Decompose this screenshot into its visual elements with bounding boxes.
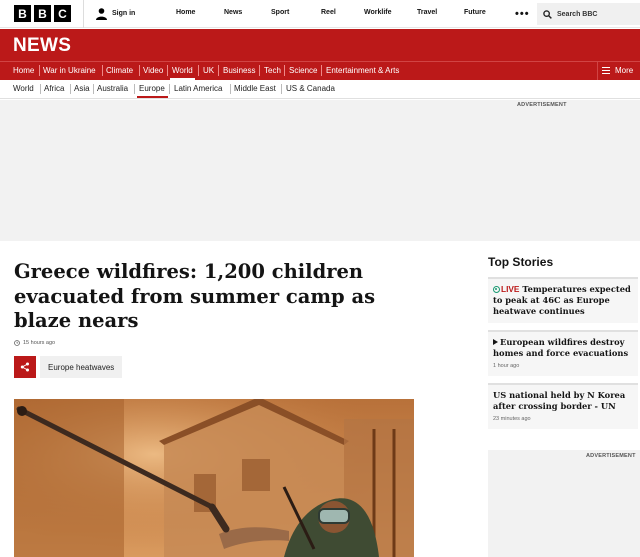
- divider: [281, 84, 282, 94]
- news-nav-entertainment-arts[interactable]: Entertainment & Arts: [326, 66, 399, 75]
- news-nav-world[interactable]: World: [172, 66, 193, 75]
- story-timestamp: 23 minutes ago: [493, 416, 531, 422]
- story-timestamp: 1 hour ago: [493, 363, 520, 369]
- logo-letter: C: [54, 5, 71, 22]
- news-header: NEWS: [0, 29, 640, 61]
- divider: [102, 65, 103, 76]
- news-nav-science[interactable]: Science: [289, 66, 317, 75]
- sub-nav-asia[interactable]: Asia: [74, 84, 90, 93]
- advertisement-sidebar[interactable]: ADVERTISEMENT: [488, 450, 640, 557]
- divider: [167, 65, 168, 76]
- divider: [218, 65, 219, 76]
- sub-nav-europe[interactable]: Europe: [139, 84, 165, 93]
- share-icon: [20, 362, 29, 372]
- sub-nav-australia[interactable]: Australia: [97, 84, 128, 93]
- active-indicator: [137, 96, 168, 98]
- hero-image: [14, 399, 414, 557]
- top-story-item[interactable]: US national held by N Korea after crossi…: [488, 383, 638, 429]
- clock-icon: [14, 340, 20, 346]
- more-menu-button[interactable]: •••: [515, 8, 530, 20]
- menu-icon: [602, 67, 610, 74]
- user-icon: [96, 7, 107, 20]
- top-story-item[interactable]: European wildfires destroy homes and for…: [488, 330, 638, 376]
- bbc-logo[interactable]: B B C: [14, 5, 71, 22]
- sub-nav-us-canada[interactable]: US & Canada: [286, 84, 335, 93]
- divider: [70, 84, 71, 94]
- nav-link-travel[interactable]: Travel: [417, 9, 437, 16]
- top-story-item[interactable]: LIVE Temperatures expected to peak at 46…: [488, 277, 638, 323]
- logo-letter: B: [34, 5, 51, 22]
- story-title-text: European wildfires destroy homes and for…: [493, 337, 629, 358]
- more-label: More: [615, 66, 634, 75]
- divider: [259, 65, 260, 76]
- sub-nav-world[interactable]: World: [13, 84, 34, 93]
- divider: [169, 84, 170, 94]
- news-logo[interactable]: NEWS: [13, 35, 71, 57]
- nav-link-home[interactable]: Home: [176, 9, 195, 16]
- nav-link-reel[interactable]: Reel: [321, 9, 336, 16]
- live-icon: [493, 286, 500, 293]
- news-nav-war-in-ukraine[interactable]: War in Ukraine: [43, 66, 96, 75]
- news-nav-business[interactable]: Business: [223, 66, 255, 75]
- top-stories-heading: Top Stories: [488, 255, 554, 269]
- share-button[interactable]: [14, 356, 36, 378]
- divider: [93, 84, 94, 94]
- article-timestamp: 15 hours ago: [14, 340, 55, 346]
- news-nav-home[interactable]: Home: [13, 66, 34, 75]
- timestamp-text: 15 hours ago: [23, 340, 56, 346]
- story-headline: LIVE Temperatures expected to peak at 46…: [493, 284, 633, 317]
- divider: [39, 65, 40, 76]
- divider: [139, 65, 140, 76]
- divider: [40, 84, 41, 94]
- nav-link-worklife[interactable]: Worklife: [364, 9, 392, 16]
- story-headline: US national held by N Korea after crossi…: [493, 390, 626, 411]
- sub-nav-latin-america[interactable]: Latin America: [174, 84, 222, 93]
- divider: [198, 65, 199, 76]
- news-nav-climate[interactable]: Climate: [106, 66, 133, 75]
- nav-link-news[interactable]: News: [224, 9, 242, 16]
- sub-nav-middle-east[interactable]: Middle East: [234, 84, 276, 93]
- live-badge: LIVE: [501, 284, 520, 294]
- topic-tag[interactable]: Europe heatwaves: [40, 356, 123, 378]
- play-icon: [493, 339, 498, 345]
- divider: [321, 65, 322, 76]
- world-sub-nav: World Africa Asia Australia Europe Latin…: [0, 80, 640, 99]
- nav-link-future[interactable]: Future: [464, 9, 486, 16]
- advertisement-label: ADVERTISEMENT: [517, 102, 567, 108]
- sign-in-label: Sign in: [112, 10, 136, 17]
- nav-link-sport[interactable]: Sport: [271, 9, 289, 16]
- sign-in-button[interactable]: Sign in: [83, 0, 135, 28]
- news-nav-uk[interactable]: UK: [203, 66, 214, 75]
- advertisement-label: ADVERTISEMENT: [586, 453, 636, 459]
- news-more-menu[interactable]: More: [597, 61, 640, 80]
- logo-letter: B: [14, 5, 31, 22]
- search-bbc[interactable]: Search BBC: [537, 3, 640, 25]
- global-nav: B B C Sign in Home News Sport Reel Workl…: [0, 0, 640, 28]
- story-headline: European wildfires destroy homes and for…: [493, 337, 633, 359]
- advertisement-banner[interactable]: ADVERTISEMENT: [0, 100, 640, 241]
- search-placeholder: Search BBC: [557, 10, 598, 18]
- article-headline: Greece wildfires: 1,200 children evacuat…: [14, 260, 376, 332]
- divider: [284, 65, 285, 76]
- divider: [134, 84, 135, 94]
- news-nav-video[interactable]: Video: [143, 66, 163, 75]
- news-nav-tech[interactable]: Tech: [264, 66, 281, 75]
- search-icon: [543, 9, 552, 19]
- sub-nav-africa[interactable]: Africa: [44, 84, 64, 93]
- divider: [230, 84, 231, 94]
- news-section-nav: Home War in Ukraine Climate Video World …: [0, 61, 640, 80]
